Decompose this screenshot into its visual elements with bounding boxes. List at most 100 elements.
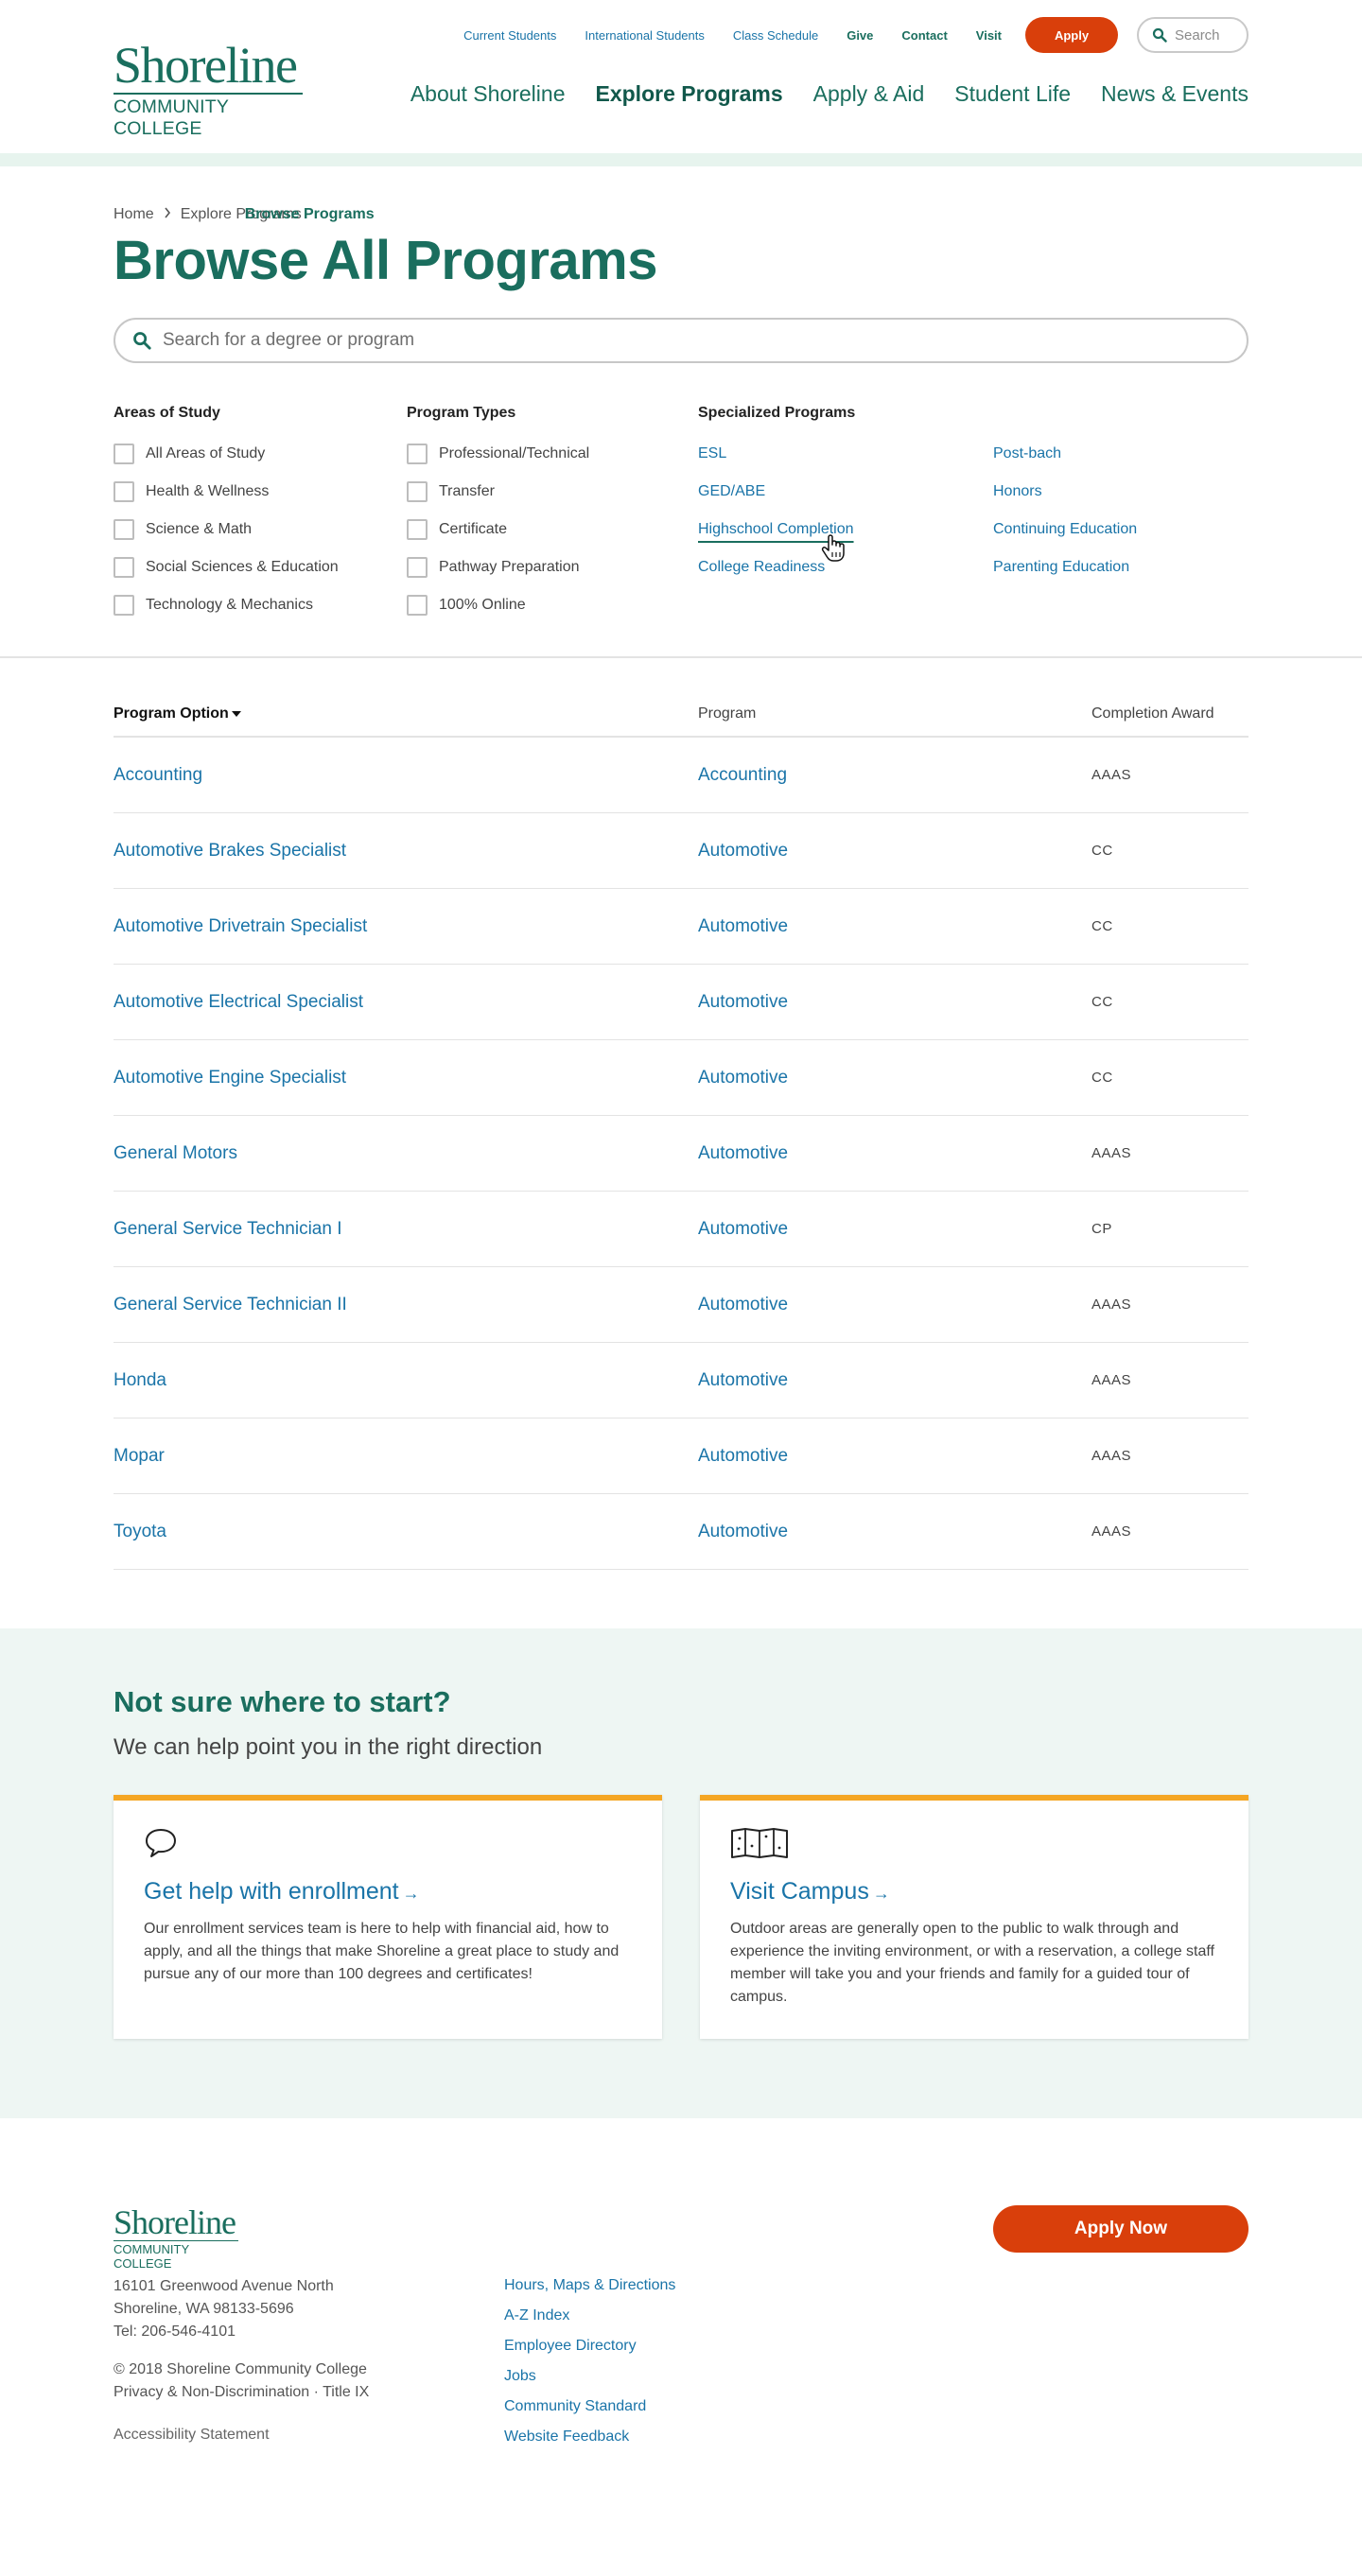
nav-explore-programs[interactable]: Explore Programs: [596, 81, 783, 107]
program-option-link[interactable]: Honda: [114, 1370, 166, 1391]
checkbox-label: All Areas of Study: [146, 445, 266, 461]
checkbox-box[interactable]: [407, 444, 428, 464]
program-option-link[interactable]: General Service Technician II: [114, 1295, 347, 1315]
visit-campus-link[interactable]: Visit Campus →: [730, 1878, 890, 1906]
util-link-give[interactable]: Give: [847, 28, 873, 43]
checkbox-box[interactable]: [407, 519, 428, 540]
footer-link-jobs[interactable]: Jobs: [504, 2368, 675, 2398]
apply-now-button[interactable]: Apply Now: [993, 2205, 1248, 2253]
checkbox-box[interactable]: [114, 595, 134, 616]
enrollment-help-link[interactable]: Get help with enrollment →: [144, 1878, 420, 1906]
completion-award: AAAS: [1091, 1372, 1132, 1388]
header-search[interactable]: Search: [1137, 17, 1248, 53]
program-link[interactable]: Accounting: [698, 765, 787, 786]
checkbox-all-areas[interactable]: All Areas of Study: [114, 435, 339, 473]
program-option-link[interactable]: Mopar: [114, 1446, 165, 1467]
program-option-link[interactable]: Automotive Electrical Specialist: [114, 992, 363, 1013]
table-row: Automotive Electrical Specialist Automoti…: [114, 965, 1248, 1040]
checkbox-social-sciences[interactable]: Social Sciences & Education: [114, 548, 339, 586]
footer-link-employee-directory[interactable]: Employee Directory: [504, 2338, 675, 2368]
column-header-completion-award[interactable]: Completion Award: [1091, 705, 1214, 722]
program-option-link[interactable]: General Service Technician I: [114, 1219, 342, 1240]
util-link-contact[interactable]: Contact: [901, 28, 947, 43]
nav-student-life[interactable]: Student Life: [954, 81, 1071, 107]
table-row: Automotive Brakes Specialist Automotive CC: [114, 813, 1248, 889]
accessibility-statement-link[interactable]: Accessibility Statement: [114, 2427, 270, 2444]
checkbox-transfer[interactable]: Transfer: [407, 473, 589, 511]
checkbox-100-online[interactable]: 100% Online: [407, 586, 589, 624]
enrollment-help-card[interactable]: Get help with enrollment → Our enrollment…: [114, 1795, 662, 2039]
footer-link-website-feedback[interactable]: Website Feedback: [504, 2428, 675, 2459]
footer-link-community-standard[interactable]: Community Standard: [504, 2398, 675, 2428]
program-search-input[interactable]: [163, 330, 1203, 351]
program-link[interactable]: Automotive: [698, 1446, 788, 1467]
completion-award: AAAS: [1091, 1297, 1132, 1313]
checkbox-science-math[interactable]: Science & Math: [114, 511, 339, 548]
checkbox-professional-technical[interactable]: Professional/Technical: [407, 435, 589, 473]
checkbox-label: Certificate: [439, 521, 508, 537]
visit-campus-title: Visit Campus: [730, 1878, 869, 1905]
program-option-link[interactable]: General Motors: [114, 1143, 237, 1164]
nav-news-events[interactable]: News & Events: [1101, 81, 1248, 107]
program-option-link[interactable]: Toyota: [114, 1522, 166, 1542]
footer-link-hours-maps[interactable]: Hours, Maps & Directions: [504, 2277, 675, 2307]
apply-button[interactable]: Apply: [1025, 17, 1118, 53]
privacy-link[interactable]: Privacy & Non-Discrimination · Title IX: [114, 2384, 369, 2400]
program-link[interactable]: Automotive: [698, 1522, 788, 1542]
program-link[interactable]: Automotive: [698, 992, 788, 1013]
program-option-link[interactable]: Automotive Engine Specialist: [114, 1068, 346, 1088]
checkbox-box[interactable]: [114, 481, 134, 502]
checkbox-health-wellness[interactable]: Health & Wellness: [114, 473, 339, 511]
program-option-link[interactable]: Automotive Drivetrain Specialist: [114, 916, 367, 937]
util-link-visit[interactable]: Visit: [976, 28, 1002, 43]
util-link-current-students[interactable]: Current Students: [463, 28, 556, 43]
program-option-link[interactable]: Accounting: [114, 765, 202, 786]
specialized-link-continuing-education[interactable]: Continuing Education: [993, 511, 1137, 548]
program-link[interactable]: Automotive: [698, 1370, 788, 1391]
nav-apply-aid[interactable]: Apply & Aid: [813, 81, 925, 107]
arrow-right-icon: →: [872, 1884, 890, 1903]
breadcrumb-home[interactable]: Home: [114, 206, 154, 223]
checkbox-box[interactable]: [114, 557, 134, 578]
table-row: Toyota Automotive AAAS: [114, 1494, 1248, 1570]
footer-link-az-index[interactable]: A-Z Index: [504, 2307, 675, 2338]
program-link[interactable]: Automotive: [698, 1219, 788, 1240]
program-link[interactable]: Automotive: [698, 1068, 788, 1088]
checkbox-technology-mechanics[interactable]: Technology & Mechanics: [114, 586, 339, 624]
specialized-link-post-bach[interactable]: Post-bach: [993, 435, 1137, 473]
specialized-link-esl[interactable]: ESL: [698, 435, 855, 473]
specialized-link-ged-abe[interactable]: GED/ABE: [698, 473, 855, 511]
util-link-class-schedule[interactable]: Class Schedule: [733, 28, 818, 43]
visit-campus-card[interactable]: Visit Campus → Outdoor areas are generall…: [700, 1795, 1248, 2039]
college-logo[interactable]: Shoreline COMMUNITY COLLEGE: [114, 40, 303, 140]
table-row: Automotive Drivetrain Specialist Automoti…: [114, 889, 1248, 965]
sort-program-option[interactable]: Program Option: [114, 705, 241, 722]
program-link[interactable]: Automotive: [698, 841, 788, 862]
footer-logo-name: Shoreline: [114, 2203, 236, 2241]
checkbox-box[interactable]: [407, 481, 428, 502]
specialized-link-parenting-education[interactable]: Parenting Education: [993, 548, 1137, 586]
checkbox-certificate[interactable]: Certificate: [407, 511, 589, 548]
specialized-programs-heading: Specialized Programs: [698, 405, 856, 421]
column-header-program[interactable]: Program: [698, 705, 756, 722]
breadcrumb: Home Explore Programs Browse Programs: [114, 206, 375, 223]
program-link[interactable]: Automotive: [698, 1295, 788, 1315]
program-link[interactable]: Automotive: [698, 916, 788, 937]
help-title: Not sure where to start?: [114, 1685, 451, 1718]
checkbox-box[interactable]: [407, 557, 428, 578]
program-search-box[interactable]: [114, 318, 1248, 363]
program-types-filter: Program Types Professional/Technical Tra…: [407, 405, 589, 624]
footer-logo[interactable]: Shoreline COMMUNITY COLLEGE: [114, 2205, 238, 2271]
program-types-heading: Program Types: [407, 405, 516, 421]
checkbox-pathway-preparation[interactable]: Pathway Preparation: [407, 548, 589, 586]
checkbox-box[interactable]: [114, 444, 134, 464]
column-header-program-option: Program Option: [114, 705, 229, 722]
specialized-link-honors[interactable]: Honors: [993, 473, 1137, 511]
checkbox-box[interactable]: [407, 595, 428, 616]
checkbox-box[interactable]: [114, 519, 134, 540]
util-link-international-students[interactable]: International Students: [585, 28, 704, 43]
program-option-link[interactable]: Automotive Brakes Specialist: [114, 841, 346, 862]
footer-legal: © 2018 Shoreline Community College Priva…: [114, 2358, 369, 2404]
nav-about-shoreline[interactable]: About Shoreline: [410, 81, 566, 107]
program-link[interactable]: Automotive: [698, 1143, 788, 1164]
